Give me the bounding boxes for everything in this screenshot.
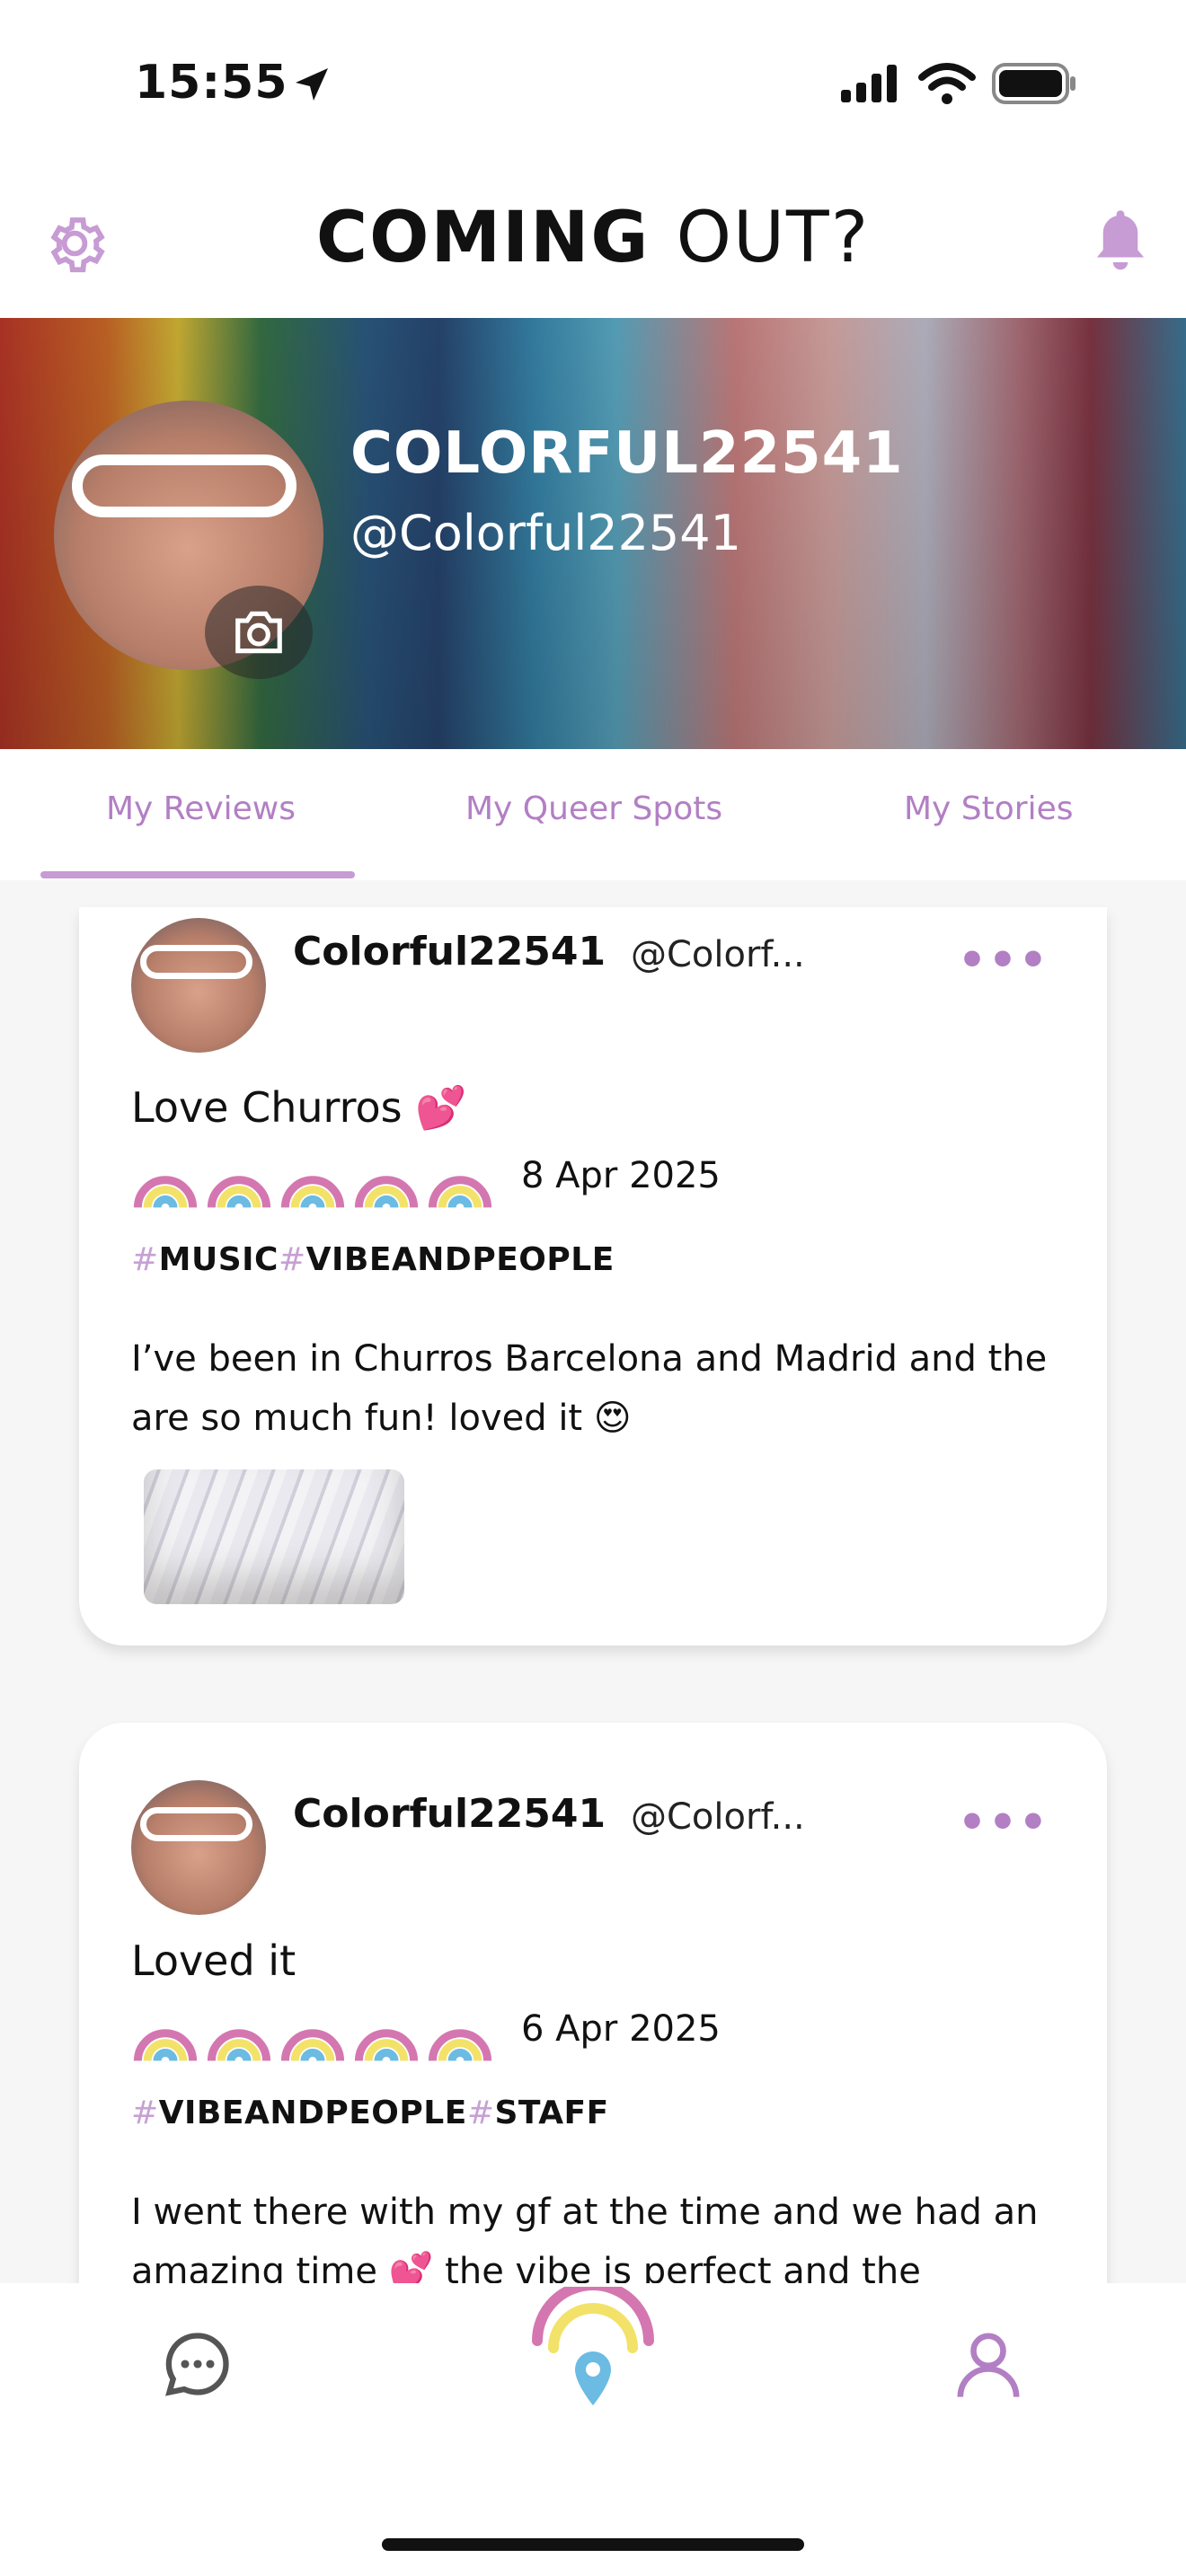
- chat-icon[interactable]: [160, 2326, 235, 2402]
- rainbow-rating-icon: [207, 1176, 271, 1208]
- review-body-line: are so much fun! loved it 😍: [131, 1398, 632, 1439]
- rainbow-rating-icon: [354, 1176, 419, 1208]
- active-tab-indicator: [40, 871, 355, 878]
- signal-icon: [841, 65, 897, 102]
- rainbow-pin-icon[interactable]: [530, 2287, 656, 2427]
- review-tags: #VIBEANDPEOPLE#STAFF: [131, 2095, 609, 2131]
- review-date: 8 Apr 2025: [521, 1155, 721, 1196]
- reviewer-avatar[interactable]: [131, 918, 266, 1053]
- tab-my-queer-spots[interactable]: My Queer Spots: [465, 790, 722, 827]
- review-body: I’ve been in Churros Barcelona and Madri…: [131, 1329, 1120, 1448]
- review-title: Love Churros 💕: [131, 1083, 467, 1132]
- profile-display-name: COLORFUL22541: [350, 420, 904, 487]
- rainbow-rating-icon: [133, 2029, 198, 2061]
- wifi-icon: [918, 63, 976, 104]
- rainbow-rating-icon: [428, 1176, 492, 1208]
- rainbow-rating-icon: [280, 2029, 345, 2061]
- review-tag[interactable]: VIBEANDPEOPLE: [159, 2095, 467, 2131]
- logo-main: COMING: [315, 198, 651, 278]
- review-tag[interactable]: MUSIC: [159, 1241, 279, 1278]
- profile-handle: @Colorful22541: [350, 505, 742, 561]
- rainbow-rating-icon: [428, 2029, 492, 2061]
- change-photo-button[interactable]: [205, 586, 313, 679]
- rainbow-rating: [133, 1146, 492, 1211]
- review-body-line: I went there with my gf at the time and …: [131, 2192, 1039, 2233]
- review-tag[interactable]: VIBEANDPEOPLE: [306, 1241, 615, 1278]
- reviewer-handle: @Colorf...: [631, 934, 805, 975]
- rainbow-rating-icon: [133, 1176, 198, 1208]
- review-title: Loved it: [131, 1936, 296, 1985]
- logo-out: OUT?: [676, 198, 871, 278]
- rainbow-rating-icon: [354, 2029, 419, 2061]
- review-body-line: I’ve been in Churros Barcelona and Madri…: [131, 1338, 1048, 1380]
- home-indicator: [382, 2538, 804, 2551]
- camera-icon: [235, 611, 282, 654]
- review-tags: #MUSIC#VIBEANDPEOPLE: [131, 1241, 615, 1278]
- tab-my-stories[interactable]: My Stories: [904, 790, 1074, 827]
- reviewer-handle: @Colorf...: [631, 1796, 805, 1838]
- reviewer-avatar[interactable]: [131, 1780, 266, 1915]
- user-icon[interactable]: [949, 2325, 1028, 2404]
- review-date: 6 Apr 2025: [521, 2008, 721, 2050]
- tab-my-reviews[interactable]: My Reviews: [106, 790, 296, 827]
- rainbow-rating-icon: [207, 2029, 271, 2061]
- review-photo-thumbnail[interactable]: [144, 1469, 404, 1604]
- rainbow-rating-icon: [280, 1176, 345, 1208]
- reviewer-name: Colorful22541: [293, 929, 606, 975]
- status-time: 15:55: [135, 56, 288, 110]
- review-tag[interactable]: STAFF: [495, 2095, 609, 2131]
- reviewer-name: Colorful22541: [293, 1791, 606, 1837]
- bell-icon[interactable]: [1091, 207, 1150, 278]
- more-options-button[interactable]: •••: [958, 1796, 1049, 1848]
- location-arrow-icon: [296, 68, 328, 101]
- more-options-button[interactable]: •••: [958, 934, 1049, 986]
- rainbow-rating: [133, 1999, 492, 2064]
- app-logo: COMING OUT?: [0, 198, 1186, 278]
- battery-icon: [992, 63, 1075, 104]
